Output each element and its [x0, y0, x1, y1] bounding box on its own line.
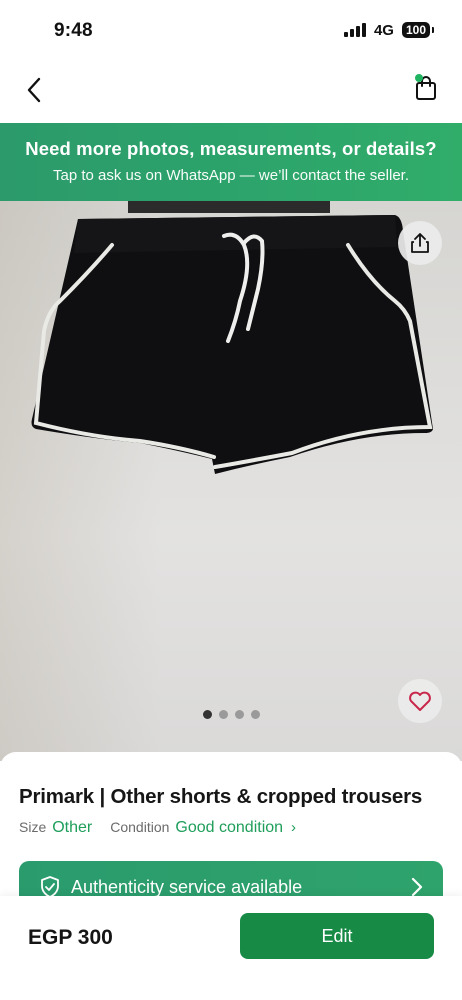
gallery-dot[interactable] [250, 710, 260, 719]
authenticity-text: Authenticity service available [71, 876, 303, 897]
share-button[interactable] [398, 221, 442, 265]
share-icon [411, 233, 429, 253]
chevron-right-icon[interactable]: › [291, 819, 296, 836]
gallery-dot[interactable] [202, 710, 212, 719]
product-photo-gallery[interactable] [0, 201, 462, 761]
chevron-right-icon [411, 877, 423, 897]
back-button[interactable] [18, 72, 50, 108]
gallery-dot[interactable] [234, 710, 244, 719]
chevron-left-icon [27, 77, 41, 103]
shopping-bag-button[interactable] [410, 70, 442, 106]
product-title: Primark | Other shorts & cropped trouser… [19, 785, 423, 808]
network-type: 4G [373, 21, 394, 39]
notification-dot [415, 74, 423, 82]
status-icons: 4G 100 [343, 21, 435, 39]
size-label: Size [19, 819, 47, 835]
banner-subtitle: Tap to ask us on WhatsApp — we’ll contac… [52, 167, 409, 184]
status-bar: 9:48 4G 100 [0, 0, 462, 60]
bottom-action-bar: EGP 300 Edit [0, 896, 462, 1000]
gallery-dots [0, 710, 462, 719]
nav-bar [0, 62, 462, 118]
product-meta: Size Other Condition Good condition › [19, 819, 296, 837]
edit-button[interactable]: Edit [240, 913, 434, 959]
gallery-dot[interactable] [218, 710, 228, 719]
signal-icon [343, 23, 366, 37]
product-photo [31, 201, 433, 474]
heart-icon [409, 691, 431, 711]
banner-title: Need more photos, measurements, or detai… [25, 138, 437, 159]
condition-label: Condition [110, 819, 170, 835]
size-value: Other [52, 819, 93, 836]
battery-icon: 100 [401, 22, 435, 38]
condition-value[interactable]: Good condition [175, 819, 283, 837]
price: EGP 300 [28, 926, 113, 949]
status-time: 9:48 [54, 20, 93, 41]
whatsapp-banner[interactable]: Need more photos, measurements, or detai… [0, 123, 462, 201]
